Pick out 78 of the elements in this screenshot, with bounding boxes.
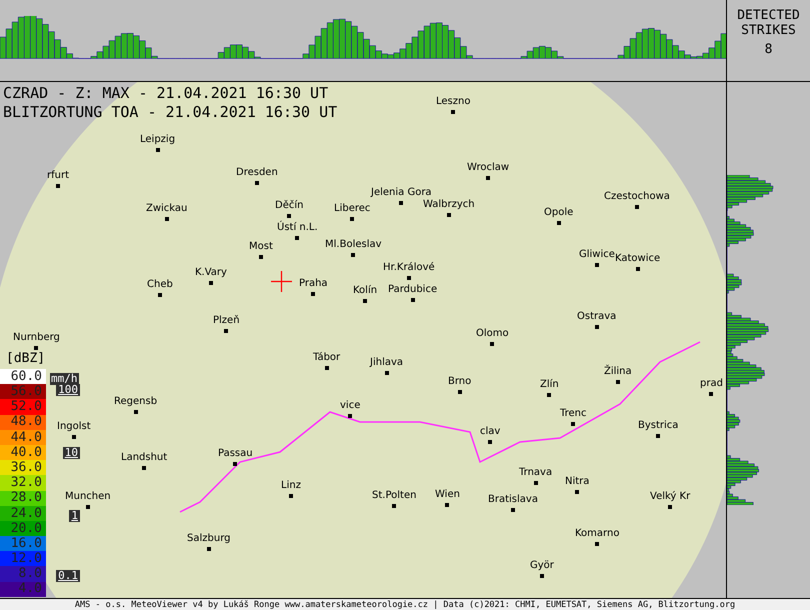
- city-label: Ingolst: [57, 421, 91, 433]
- legend-swatch: 44.0: [0, 430, 46, 445]
- city-label: Leipzig: [140, 134, 176, 146]
- city-label: Jihlava: [370, 357, 404, 369]
- city-label: Walbrzych: [423, 199, 475, 211]
- footer-credits: AMS - o.s. MeteoViewer v4 by Lukáš Ronge www.amaterskameteorologie.cz | Data (c)2021: CHMI, EUMETSAT, Siemens AG, Blitzortung.org: [74, 600, 736, 610]
- legend-swatch: 8.0: [0, 566, 46, 582]
- location-marker-icon: [271, 271, 292, 292]
- city-label: Nitra: [565, 476, 590, 488]
- city-label: Brno: [448, 376, 472, 388]
- strikes-count: 8: [764, 42, 772, 57]
- city-label: Katowice: [615, 253, 660, 265]
- city-label: vice: [340, 400, 360, 412]
- legend-unit: [dBZ]: [6, 352, 46, 366]
- city-label: Passau: [218, 448, 253, 460]
- city-label: Liberec: [334, 203, 370, 215]
- legend-swatch: 4.0: [0, 582, 46, 597]
- city-label: Linz: [281, 480, 301, 492]
- map-title: BLITZORTUNG TOA - 21.04.2021 16:30 UT: [3, 103, 338, 122]
- city-label: Bystrica: [638, 420, 678, 432]
- city-label: Gliwice: [579, 249, 615, 261]
- city-label: Olomo: [476, 328, 509, 340]
- city-label: Wien: [435, 489, 460, 501]
- city-label: Plzeň: [213, 315, 240, 327]
- city-label: Ml.Boleslav: [325, 239, 382, 251]
- city-label: Leszno: [436, 96, 470, 108]
- strikes-label: DETECTED STRIKES: [736, 8, 801, 38]
- rain-scale-mark: 0.1: [56, 570, 80, 582]
- city-label: Nurnberg: [13, 332, 60, 344]
- city-label: Zwickau: [146, 203, 188, 215]
- rain-scale-mark: 100: [56, 384, 80, 396]
- city-label: Györ: [530, 560, 554, 572]
- city-label: Wroclaw: [467, 162, 510, 174]
- city-label: Most: [249, 241, 273, 253]
- rain-scale-unit: mm/h: [50, 373, 78, 385]
- city-label: Ostrava: [577, 311, 616, 323]
- legend-swatch: 28.0: [0, 490, 46, 506]
- city-label: Kolín: [353, 285, 378, 297]
- city-label: Tábor: [313, 352, 340, 364]
- legend-swatch: 16.0: [0, 536, 46, 552]
- city-label: Zlín: [540, 379, 559, 391]
- city-label: Bratislava: [488, 494, 538, 506]
- legend-swatch: 52.0: [0, 399, 46, 415]
- city-label: Czestochowa: [604, 191, 670, 203]
- city-label: Žilina: [604, 366, 632, 378]
- legend-swatch: 56.0: [0, 384, 46, 400]
- city-label: Salzburg: [187, 533, 230, 545]
- legend-swatch: 36.0: [0, 460, 46, 476]
- legend-swatch: 20.0: [0, 520, 46, 536]
- city-label: Cheb: [147, 279, 173, 291]
- legend-swatch: 48.0: [0, 414, 46, 430]
- city-label: Hr.Králové: [383, 262, 435, 274]
- city-label: K.Vary: [195, 267, 227, 279]
- city-label: St.Polten: [372, 490, 416, 502]
- city-label: Jelenia Gora: [371, 187, 432, 199]
- city-label: Regensb: [114, 396, 158, 408]
- legend-swatch: 12.0: [0, 551, 46, 566]
- city-label: Pardubice: [388, 284, 438, 296]
- city-label: rfurt: [47, 170, 70, 182]
- city-label: Dresden: [236, 167, 278, 179]
- city-label: Komarno: [575, 528, 620, 540]
- city-label: prad: [700, 378, 723, 390]
- legend-swatch: 32.0: [0, 475, 46, 490]
- city-label: Praha: [299, 278, 328, 290]
- city-label: Velký Kr: [650, 491, 690, 503]
- city-label: Děčín: [275, 200, 304, 212]
- city-label: Opole: [544, 207, 574, 219]
- city-label: Trenc: [560, 408, 587, 420]
- city-label: Ústí n.L.: [277, 222, 318, 234]
- city-label: clav: [480, 426, 500, 438]
- rain-scale-mark: 10: [62, 447, 80, 459]
- map-title: CZRAD - Z: MAX - 21.04.2021 16:30 UT: [3, 84, 330, 103]
- legend-swatch: 40.0: [0, 444, 46, 460]
- city-label: Munchen: [65, 491, 111, 503]
- city-label: Landshut: [121, 452, 168, 464]
- city-label: Trnava: [519, 467, 552, 479]
- rain-scale-mark: 1: [69, 510, 80, 522]
- legend-swatch: 24.0: [0, 506, 46, 521]
